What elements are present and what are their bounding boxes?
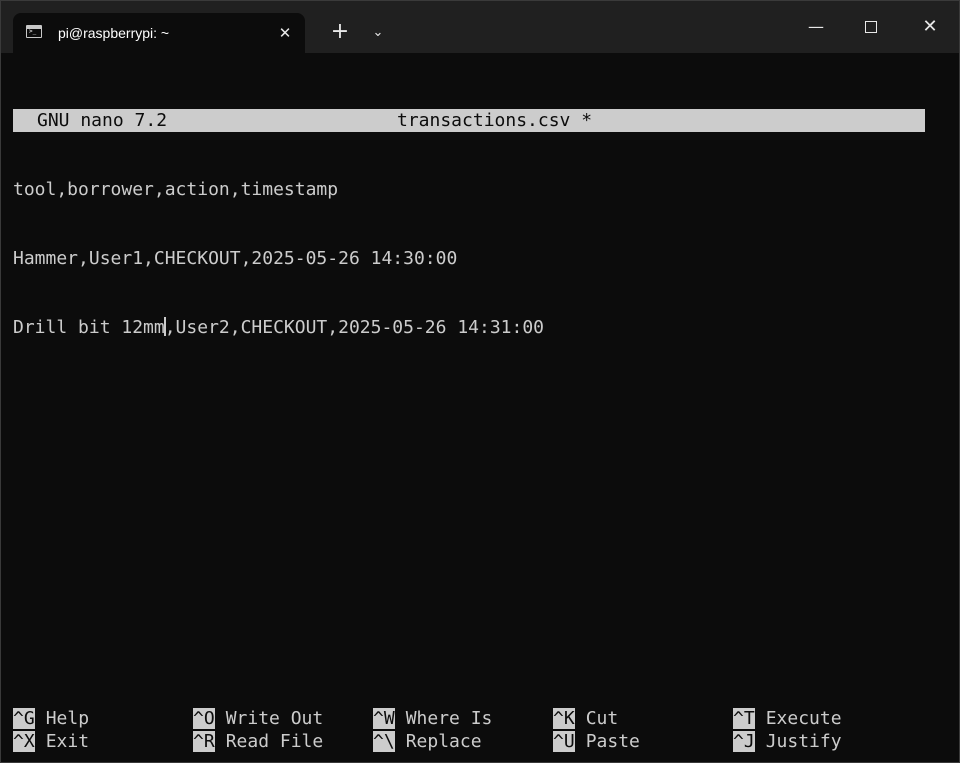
shortcut-key: ^X xyxy=(13,731,35,752)
shortcut-write-out[interactable]: ^O Write Out xyxy=(193,707,323,730)
file-line-with-cursor[interactable]: Drill bit 12mm,User2,CHECKOUT,2025-05-26… xyxy=(13,316,925,339)
tab-title: pi@raspberrypi: ~ xyxy=(58,25,170,41)
title-bar: pi@raspberrypi: ~ ✕ + ⌄ — ✕ xyxy=(1,1,959,53)
shortcut-key: ^W xyxy=(373,708,395,729)
terminal-window: pi@raspberrypi: ~ ✕ + ⌄ — ✕ GNU nano 7.2… xyxy=(0,0,960,763)
new-tab-button[interactable]: + xyxy=(327,19,353,45)
minimize-button[interactable]: — xyxy=(787,1,845,53)
nano-filename: transactions.csv * xyxy=(397,110,593,131)
nano-version: GNU nano 7.2 xyxy=(37,110,168,131)
shortcut-execute[interactable]: ^T Execute xyxy=(733,707,842,730)
shortcut-read-file[interactable]: ^R Read File xyxy=(193,730,323,753)
shortcut-key: ^T xyxy=(733,708,755,729)
shortcut-key: ^R xyxy=(193,731,215,752)
nano-editor[interactable]: GNU nano 7.2 transactions.csv * tool,bor… xyxy=(13,63,925,385)
close-window-button[interactable]: ✕ xyxy=(901,1,959,53)
shortcut-label: Paste xyxy=(585,731,640,752)
shortcut-label: Replace xyxy=(405,731,482,752)
shortcut-key: ^U xyxy=(553,731,575,752)
shortcut-key: ^K xyxy=(553,708,575,729)
tab-dropdown-button[interactable]: ⌄ xyxy=(365,19,391,45)
tab-close-button[interactable]: ✕ xyxy=(275,23,295,43)
shortcut-label: Exit xyxy=(45,731,90,752)
shortcut-label: Justify xyxy=(765,731,842,752)
shortcut-label: Help xyxy=(45,708,90,729)
shortcut-label: Cut xyxy=(585,708,619,729)
nano-header-bar: GNU nano 7.2 transactions.csv * xyxy=(13,109,925,132)
terminal-icon xyxy=(26,25,42,38)
shortcut-cut[interactable]: ^K Cut xyxy=(553,707,618,730)
terminal-tab[interactable]: pi@raspberrypi: ~ ✕ xyxy=(13,13,305,53)
shortcut-label: Where Is xyxy=(405,708,493,729)
shortcut-label: Read File xyxy=(225,731,324,752)
line-text-after-cursor: ,User2,CHECKOUT,2025-05-26 14:31:00 xyxy=(164,317,545,338)
shortcut-key: ^O xyxy=(193,708,215,729)
shortcut-key: ^\ xyxy=(373,731,395,752)
shortcut-label: Write Out xyxy=(225,708,324,729)
maximize-button[interactable] xyxy=(843,1,901,53)
shortcut-key: ^G xyxy=(13,708,35,729)
file-line[interactable]: Hammer,User1,CHECKOUT,2025-05-26 14:30:0… xyxy=(13,247,925,270)
shortcut-paste[interactable]: ^U Paste xyxy=(553,730,640,753)
shortcut-justify[interactable]: ^J Justify xyxy=(733,730,842,753)
shortcut-key: ^J xyxy=(733,731,755,752)
shortcut-label: Execute xyxy=(765,708,842,729)
file-line[interactable]: tool,borrower,action,timestamp xyxy=(13,178,925,201)
shortcut-where-is[interactable]: ^W Where Is xyxy=(373,707,492,730)
shortcut-replace[interactable]: ^\ Replace xyxy=(373,730,482,753)
shortcut-help[interactable]: ^G Help xyxy=(13,707,89,730)
line-text-before-cursor: Drill bit 12mm xyxy=(13,317,165,338)
shortcut-exit[interactable]: ^X Exit xyxy=(13,730,89,753)
